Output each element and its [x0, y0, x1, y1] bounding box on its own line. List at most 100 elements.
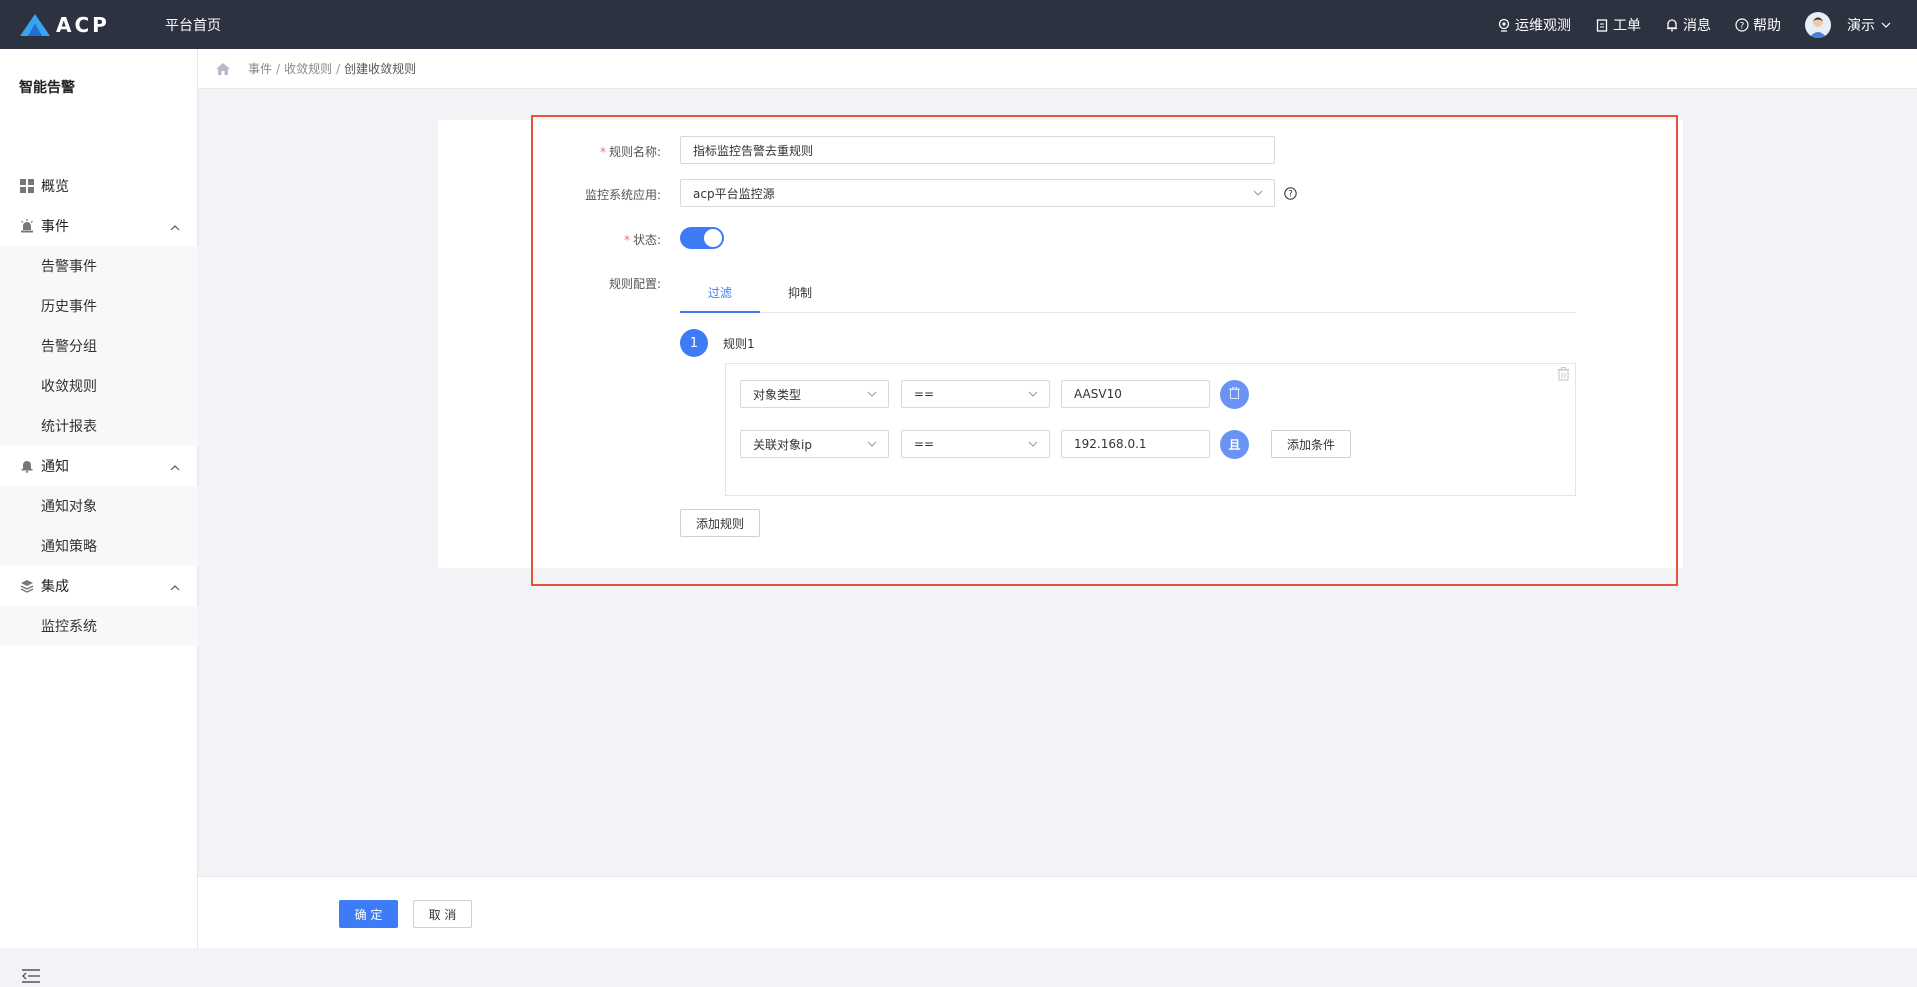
- rule-config-tabs: 过滤 抑制: [680, 273, 1576, 313]
- chevron-down-icon: [1881, 22, 1891, 28]
- sidebar-item-statistics-report[interactable]: 统计报表: [0, 406, 198, 446]
- work-order-link[interactable]: 工单: [1595, 15, 1641, 35]
- sidebar-item-notify-targets[interactable]: 通知对象: [0, 486, 198, 526]
- condition-field-value: 对象类型: [753, 387, 802, 402]
- monitor-app-label: 监控系统应用:: [584, 188, 661, 202]
- svg-text:?: ?: [1740, 21, 1745, 31]
- collapse-sidebar-icon[interactable]: [22, 968, 40, 987]
- trash-icon[interactable]: [1557, 366, 1570, 385]
- form-footer: 确 定 取 消: [198, 876, 1917, 948]
- help-label: 帮助: [1753, 17, 1781, 34]
- rule-name-input[interactable]: 指标监控告警去重规则: [680, 136, 1275, 164]
- condition-field-select[interactable]: 关联对象ip: [740, 430, 889, 458]
- work-order-label: 工单: [1613, 17, 1641, 34]
- sidebar-group-label: 通知: [41, 459, 69, 475]
- rule-name-label: * 规则名称:: [599, 145, 661, 159]
- sidebar-group-notify[interactable]: 通知: [0, 446, 198, 486]
- required-mark: *: [623, 233, 630, 247]
- required-mark: *: [599, 145, 606, 159]
- ops-observe-link[interactable]: 运维观测: [1497, 15, 1571, 35]
- condition-operator-select[interactable]: ==: [901, 380, 1050, 408]
- delete-condition-button[interactable]: [1220, 380, 1249, 409]
- clipboard-icon: [1595, 18, 1609, 32]
- condition-value-text: 192.168.0.1: [1074, 437, 1147, 451]
- chevron-down-icon: [866, 388, 878, 403]
- add-rule-button[interactable]: 添加规则: [680, 509, 760, 537]
- tab-suppress[interactable]: 抑制: [760, 273, 840, 313]
- chevron-down-icon: [1252, 187, 1264, 202]
- breadcrumb-separator: /: [336, 61, 341, 76]
- sidebar-group-label: 集成: [41, 579, 69, 595]
- user-name: 演示: [1847, 17, 1875, 34]
- add-condition-button[interactable]: 添加条件: [1271, 430, 1351, 458]
- status-toggle[interactable]: [680, 227, 724, 249]
- messages-link[interactable]: 消息: [1665, 15, 1711, 35]
- condition-value-text: AASV10: [1074, 387, 1122, 401]
- condition-operator-value: ==: [914, 437, 935, 451]
- logo-text: ACP: [56, 13, 110, 37]
- alarm-light-icon: [19, 218, 35, 234]
- condition-operator-value: ==: [914, 387, 935, 401]
- sidebar-item-convergence-rules[interactable]: 收敛规则: [0, 366, 198, 406]
- monitor-app-value: acp平台监控源: [693, 186, 775, 201]
- home-icon[interactable]: [216, 62, 230, 75]
- svg-text:?: ?: [1288, 190, 1293, 200]
- ops-observe-label: 运维观测: [1515, 17, 1571, 34]
- rule-name-value: 指标监控告警去重规则: [693, 143, 814, 158]
- sidebar-item-label: 概览: [41, 179, 69, 195]
- sidebar-item-overview[interactable]: 概览: [0, 166, 198, 206]
- main-content: 事件 / 收敛规则 / 创建收敛规则 * 规则名称: 指标监控告警去重规则 监控系…: [198, 49, 1917, 948]
- chevron-down-icon: [1027, 438, 1039, 453]
- condition-value-input[interactable]: AASV10: [1061, 380, 1210, 408]
- grid-icon: [19, 178, 35, 194]
- sidebar-item-alarm-groups[interactable]: 告警分组: [0, 326, 198, 366]
- rule-title: 规则1: [723, 337, 755, 351]
- confirm-button[interactable]: 确 定: [339, 900, 398, 928]
- monitor-app-select[interactable]: acp平台监控源: [680, 179, 1275, 207]
- user-avatar[interactable]: [1805, 11, 1831, 38]
- help-icon: ?: [1735, 17, 1749, 32]
- sidebar: 智能告警 概览 事件 告警事件 历史事件 告警分组 收敛规则 统计报表 通知 通…: [0, 49, 198, 983]
- chevron-up-icon: [170, 459, 180, 475]
- and-operator-button[interactable]: 且: [1220, 430, 1249, 459]
- rule-number-badge: 1: [680, 329, 708, 357]
- breadcrumb: 事件 / 收敛规则 / 创建收敛规则: [198, 49, 1917, 89]
- condition-field-select[interactable]: 对象类型: [740, 380, 889, 408]
- breadcrumb-current: 创建收敛规则: [344, 62, 417, 76]
- help-icon[interactable]: ?: [1284, 185, 1297, 204]
- user-menu[interactable]: 演示: [1847, 15, 1895, 35]
- condition-operator-select[interactable]: ==: [901, 430, 1050, 458]
- logo-mark-icon: [20, 14, 50, 36]
- top-navigation-bar: ACP 平台首页 运维观测 工单 消息 ? 帮助 演示: [0, 0, 1917, 49]
- chevron-down-icon: [1027, 388, 1039, 403]
- chevron-down-icon: [866, 438, 878, 453]
- sidebar-group-events[interactable]: 事件: [0, 206, 198, 246]
- rule-config-label: 规则配置:: [608, 277, 661, 291]
- chevron-up-icon: [170, 219, 180, 235]
- sidebar-item-alarm-events[interactable]: 告警事件: [0, 246, 198, 286]
- sidebar-group-label: 事件: [41, 219, 69, 235]
- breadcrumb-convergence-rules[interactable]: 收敛规则: [284, 60, 332, 77]
- breadcrumb-events[interactable]: 事件: [248, 60, 272, 77]
- condition-value-input[interactable]: 192.168.0.1: [1061, 430, 1210, 458]
- platform-home-link[interactable]: 平台首页: [165, 15, 221, 35]
- logo[interactable]: ACP: [20, 12, 110, 38]
- sidebar-item-notify-policies[interactable]: 通知策略: [0, 526, 198, 566]
- bell-icon: [19, 458, 35, 474]
- monitor-icon: [1497, 18, 1511, 32]
- cancel-button[interactable]: 取 消: [413, 900, 472, 928]
- sidebar-item-history-events[interactable]: 历史事件: [0, 286, 198, 326]
- status-label: * 状态:: [623, 233, 661, 247]
- sidebar-item-monitor-systems[interactable]: 监控系统: [0, 606, 198, 646]
- toggle-knob: [704, 229, 722, 247]
- chevron-up-icon: [170, 579, 180, 595]
- sidebar-group-integration[interactable]: 集成: [0, 566, 198, 606]
- trash-icon: [1229, 386, 1240, 402]
- bell-icon: [1665, 18, 1679, 32]
- layers-icon: [19, 578, 35, 594]
- sidebar-title: 智能告警: [19, 80, 75, 96]
- help-link[interactable]: ? 帮助: [1735, 15, 1781, 35]
- breadcrumb-separator: /: [276, 61, 281, 76]
- condition-field-value: 关联对象ip: [753, 437, 812, 452]
- tab-filter[interactable]: 过滤: [680, 273, 760, 313]
